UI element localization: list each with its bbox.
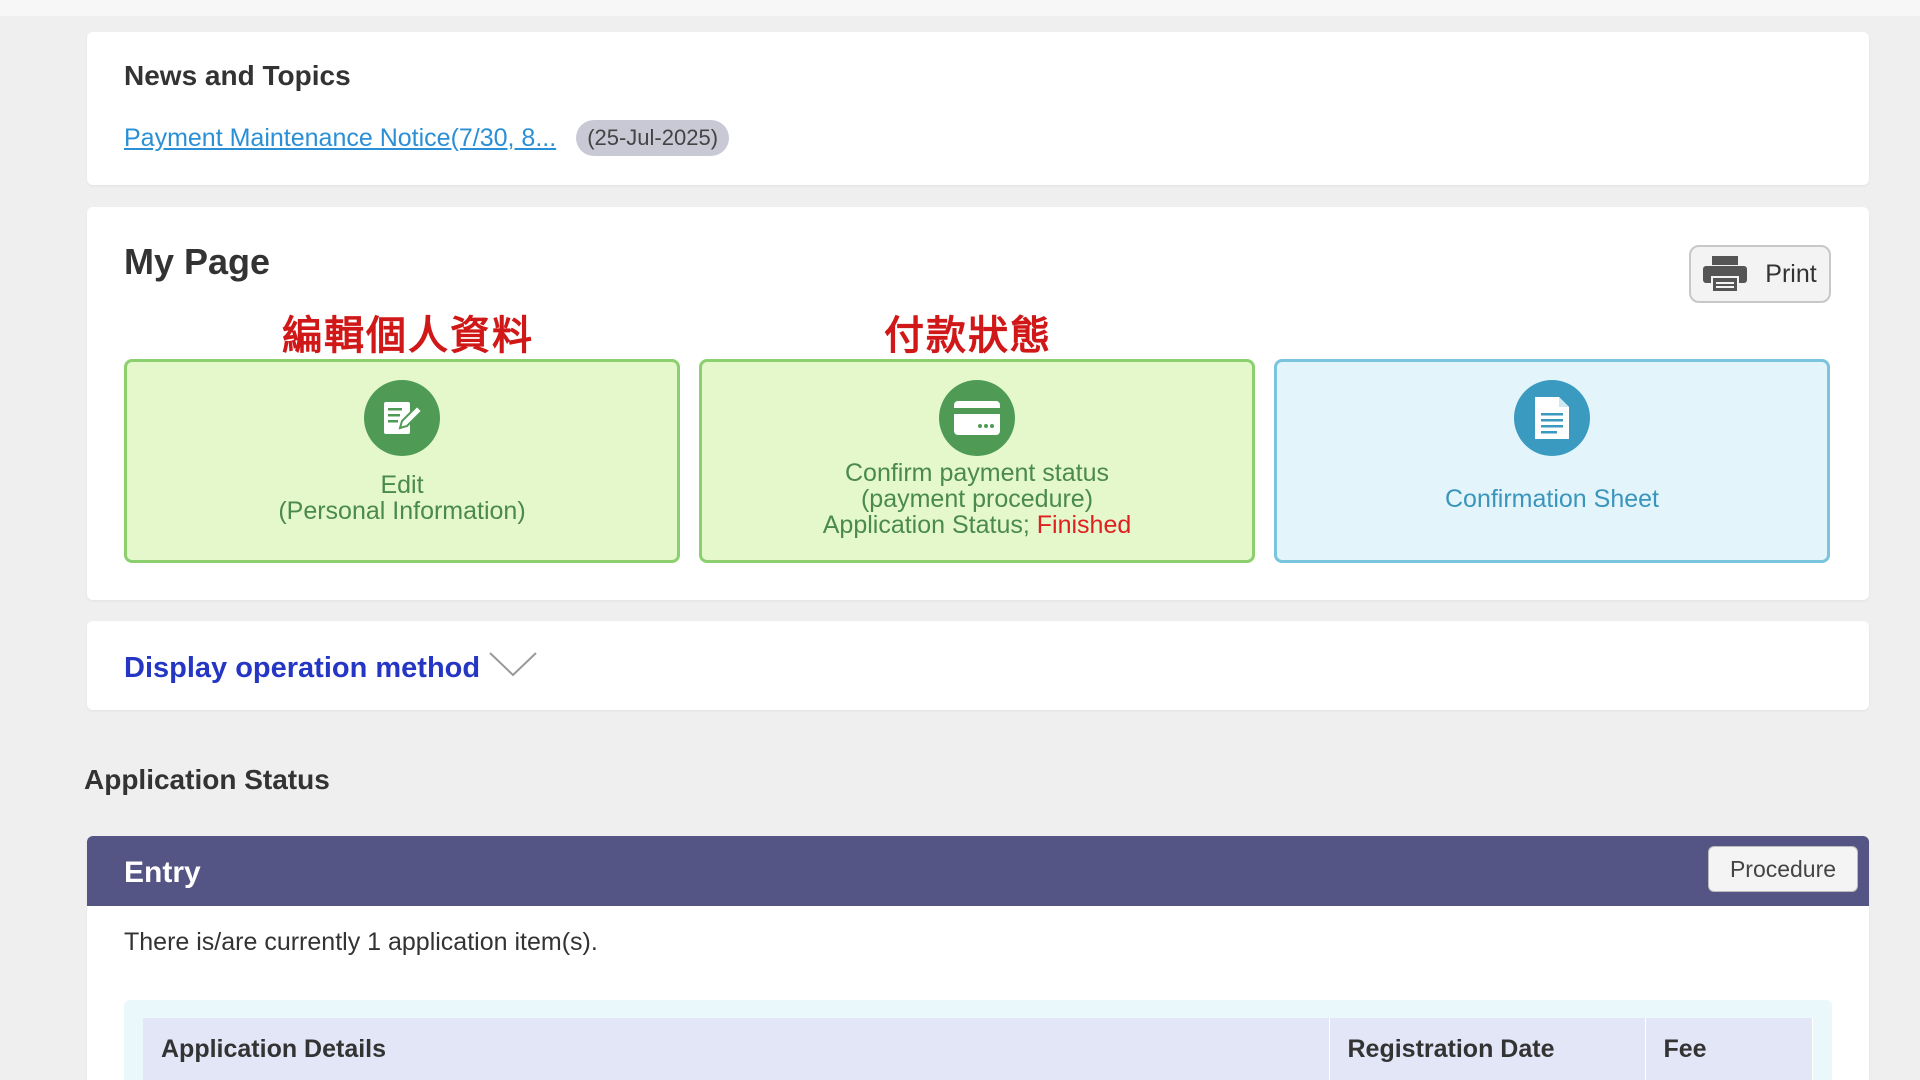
payment-tile-label: Confirm payment status (payment procedur…: [822, 459, 1132, 539]
edit-tile-label: Edit (Personal Information): [278, 471, 526, 525]
my-page-title: My Page: [124, 241, 271, 282]
column-fee: Fee: [1645, 1018, 1813, 1080]
edit-personal-info-tile[interactable]: Edit (Personal Information): [124, 359, 680, 563]
table-header-row: Application Details Registration Date Fe…: [143, 1018, 1813, 1080]
my-page-card: My Page Print 編輯個人資料 付款狀態 Edit (Personal…: [87, 207, 1869, 600]
news-card: News and Topics Payment Maintenance Noti…: [87, 32, 1869, 185]
print-button[interactable]: Print: [1689, 245, 1831, 303]
printer-icon: [1703, 256, 1748, 293]
confirmation-tile-label: Confirmation Sheet: [1444, 485, 1659, 513]
procedure-button[interactable]: Procedure: [1708, 846, 1858, 892]
operation-method-card: Display operation method: [87, 621, 1869, 710]
confirm-payment-tile[interactable]: Confirm payment status (payment procedur…: [699, 359, 1255, 563]
entry-header: Entry Procedure: [87, 836, 1869, 906]
display-operation-method-link[interactable]: Display operation method: [124, 649, 538, 687]
news-title: News and Topics: [124, 60, 351, 91]
application-status-value: Finished: [1036, 511, 1132, 539]
operation-method-label: Display operation method: [124, 651, 481, 684]
application-table-wrapper: Application Details Registration Date Fe…: [124, 1000, 1832, 1080]
annotation-edit-profile: 編輯個人資料: [282, 313, 534, 359]
document-icon: [1514, 380, 1590, 456]
top-bar: [0, 0, 1920, 16]
news-link[interactable]: Payment Maintenance Notice(7/30, 8...: [124, 124, 556, 153]
application-count-text: There is/are currently 1 application ite…: [124, 928, 598, 956]
annotation-payment-status: 付款狀態: [884, 313, 1052, 359]
credit-card-icon: [939, 380, 1015, 456]
entry-title: Entry: [124, 856, 201, 889]
column-registration-date: Registration Date: [1329, 1018, 1646, 1080]
news-date-badge: (25-Jul-2025): [576, 120, 730, 156]
edit-icon: [364, 380, 440, 456]
chevron-down-icon: [488, 649, 538, 687]
confirmation-sheet-tile[interactable]: Confirmation Sheet: [1274, 359, 1830, 563]
application-status-title: Application Status: [84, 764, 330, 795]
application-table: Application Details Registration Date Fe…: [143, 1018, 1813, 1080]
entry-section: Entry Procedure There is/are currently 1…: [87, 836, 1869, 1080]
news-row: Payment Maintenance Notice(7/30, 8... (2…: [124, 120, 730, 156]
column-application-details: Application Details: [143, 1018, 1330, 1080]
print-label: Print: [1765, 259, 1817, 288]
